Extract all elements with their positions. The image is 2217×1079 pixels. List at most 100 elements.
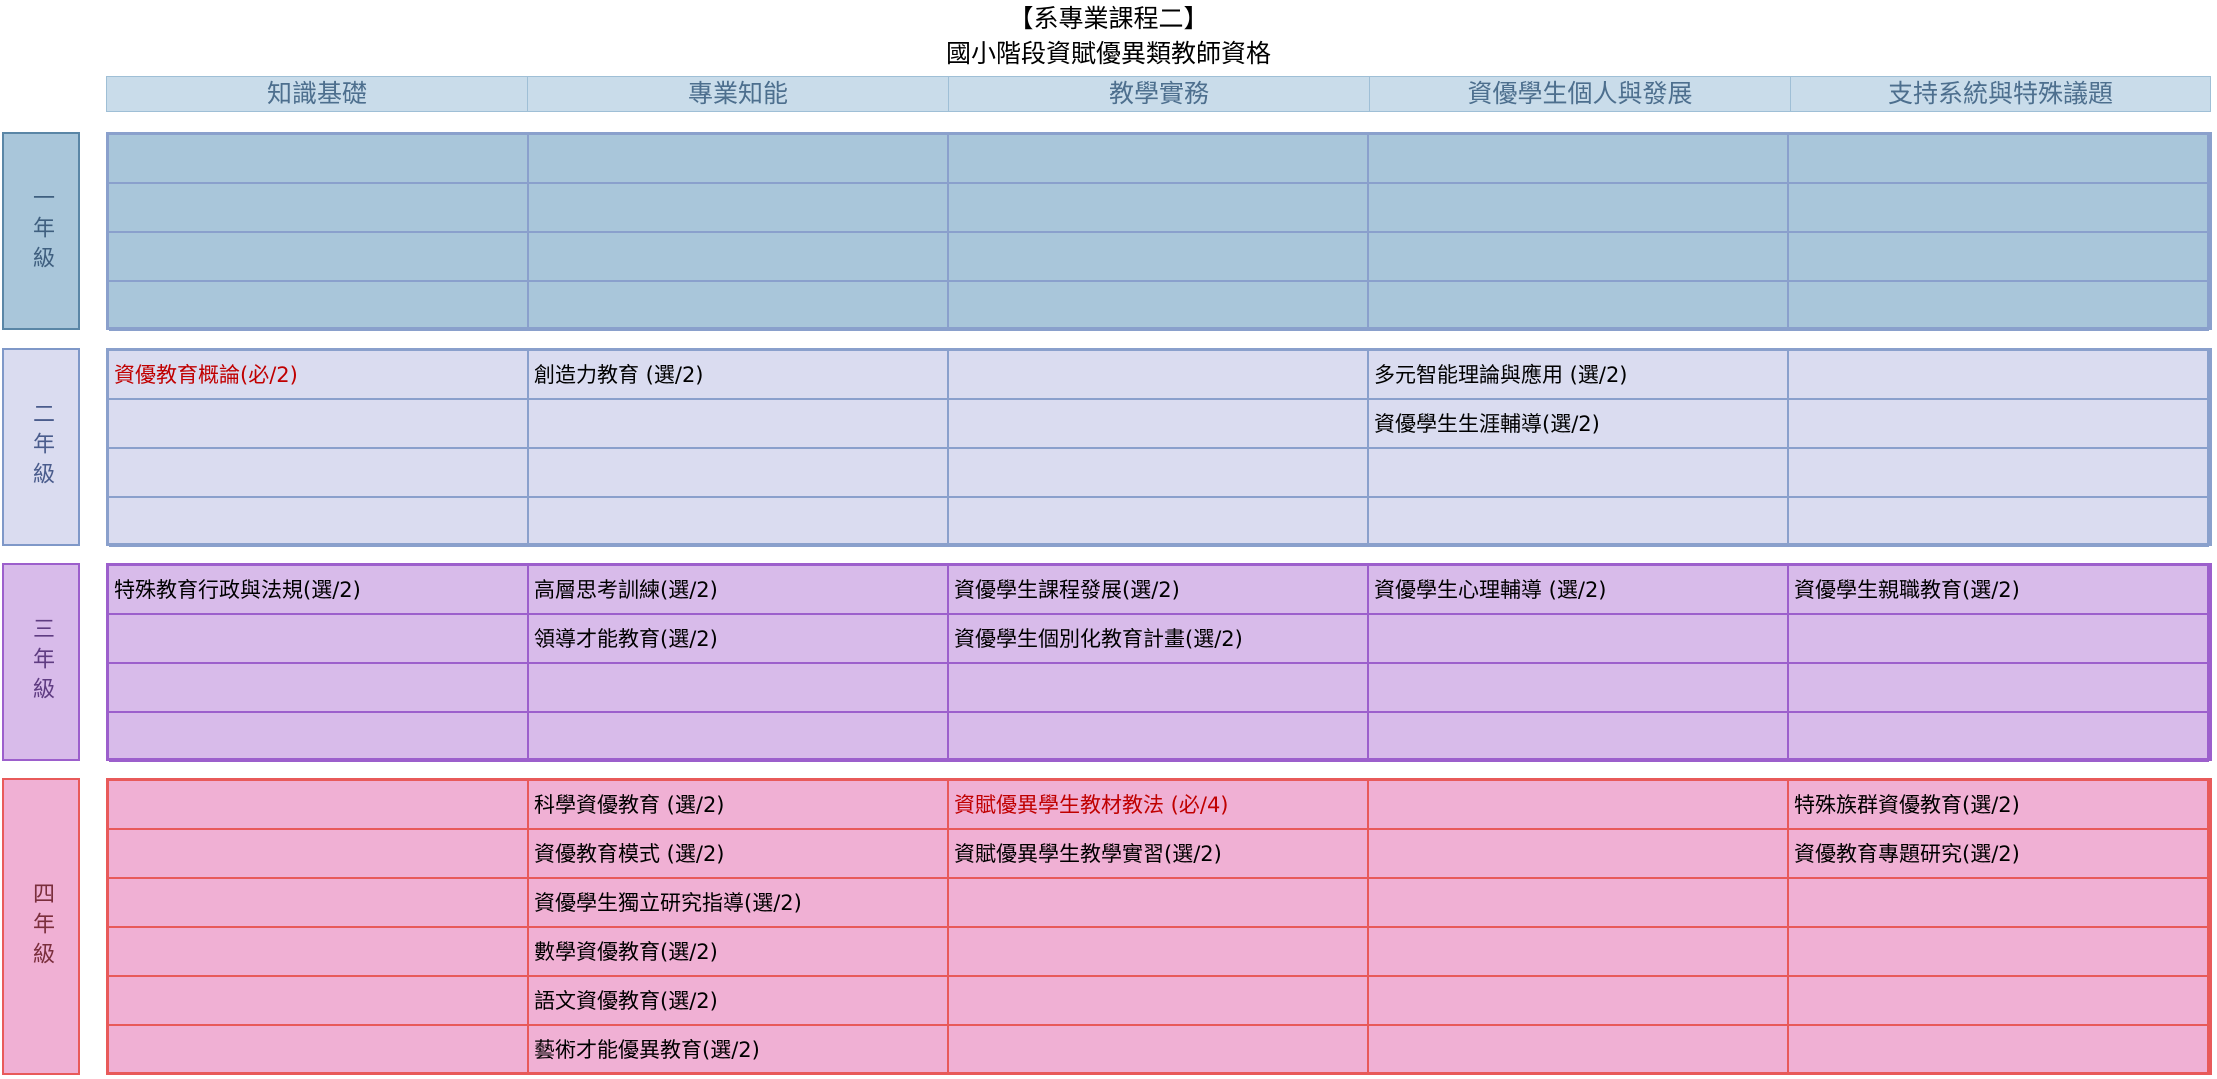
course-cell: 多元智能理論與應用 (選/2) [1369,351,1789,400]
course-cell [1789,1026,2209,1075]
course-cell: 特殊教育行政與法規(選/2) [109,566,529,615]
course-cell: 資優學生課程發展(選/2) [949,566,1369,615]
course-cell [529,400,949,449]
course-cell [1369,781,1789,830]
course-cell [529,713,949,762]
course-cell: 數學資優教育(選/2) [529,928,949,977]
course-cell [949,879,1369,928]
course-cell [949,449,1369,498]
course-cell [109,830,529,879]
course-cell [109,400,529,449]
course-cell [1369,1026,1789,1075]
course-cell [1369,615,1789,664]
year-label: 二年級 [2,348,80,546]
course-cell [949,135,1369,184]
course-cell [1789,400,2209,449]
course-cell [949,351,1369,400]
course-cell [1369,928,1789,977]
course-cell [109,449,529,498]
course-cell: 創造力教育 (選/2) [529,351,949,400]
course-cell: 資優教育概論(必/2) [109,351,529,400]
course-cell [1369,713,1789,762]
course-cell [1369,977,1789,1026]
year-grid: 資優教育概論(必/2) 創造力教育 (選/2) 多元智能理論與應用 (選/2) 資優學… [106,348,2212,547]
course-cell: 科學資優教育 (選/2) [529,781,949,830]
year-grid: 科學資優教育 (選/2) 資賦優異學生教材教法 (必/4) 特殊族群資優教育(選/2… [106,778,2212,1075]
course-cell [109,282,529,331]
course-cell [949,498,1369,547]
course-cell [529,184,949,233]
course-cell [949,977,1369,1026]
course-cell [1789,233,2209,282]
column-header-row: 知識基礎 專業知能 教學實務 資優學生個人與發展 支持系統與特殊議題 [106,76,2211,112]
column-header: 知識基礎 [107,77,528,111]
course-cell: 語文資優教育(選/2) [529,977,949,1026]
year-label: 四年級 [2,778,80,1075]
course-cell: 特殊族群資優教育(選/2) [1789,781,2209,830]
column-header: 教學實務 [949,77,1370,111]
year-label: 一年級 [2,132,80,330]
course-cell [1789,928,2209,977]
course-cell [1369,233,1789,282]
year-label: 三年級 [2,563,80,761]
course-cell [529,282,949,331]
course-cell [109,781,529,830]
course-cell [109,928,529,977]
course-cell [1369,879,1789,928]
course-cell: 資優學生獨立研究指導(選/2) [529,879,949,928]
course-cell [1789,449,2209,498]
course-cell [1369,830,1789,879]
course-cell [109,135,529,184]
course-cell [109,615,529,664]
course-cell: 資優教育模式 (選/2) [529,830,949,879]
column-header: 專業知能 [528,77,949,111]
course-cell [109,713,529,762]
course-cell [1789,879,2209,928]
course-cell [529,135,949,184]
course-cell: 高層思考訓練(選/2) [529,566,949,615]
course-cell [949,184,1369,233]
course-cell [1789,184,2209,233]
course-cell [109,498,529,547]
year-grid [106,132,2212,331]
course-cell [1369,449,1789,498]
course-cell [1789,664,2209,713]
course-cell [1789,282,2209,331]
course-cell [529,664,949,713]
year-grid: 特殊教育行政與法規(選/2) 高層思考訓練(選/2) 資優學生課程發展(選/2) 資優… [106,563,2212,762]
course-cell [1789,615,2209,664]
course-cell [1789,713,2209,762]
course-cell [109,184,529,233]
course-cell [949,1026,1369,1075]
course-cell [949,233,1369,282]
course-cell [109,664,529,713]
course-cell [949,713,1369,762]
course-cell: 資優學生心理輔導 (選/2) [1369,566,1789,615]
page-title: 【系專業課程二】 [1008,4,1209,33]
course-cell: 資優教育專題研究(選/2) [1789,830,2209,879]
course-cell: 藝術才能優異教育(選/2) [529,1026,949,1075]
course-cell [1789,135,2209,184]
course-cell [109,1026,529,1075]
course-cell [1789,498,2209,547]
course-cell [529,498,949,547]
course-cell [1369,664,1789,713]
course-cell [1369,184,1789,233]
course-cell [529,233,949,282]
course-cell: 資優學生個別化教育計畫(選/2) [949,615,1369,664]
course-cell: 資優學生生涯輔導(選/2) [1369,400,1789,449]
course-cell [949,664,1369,713]
course-cell [949,400,1369,449]
course-cell [1789,351,2209,400]
column-header: 資優學生個人與發展 [1370,77,1791,111]
course-cell: 資賦優異學生教材教法 (必/4) [949,781,1369,830]
course-cell [1369,282,1789,331]
column-header: 支持系統與特殊議題 [1887,79,2113,108]
course-cell [109,977,529,1026]
course-cell [1369,498,1789,547]
course-cell: 資賦優異學生教學實習(選/2) [949,830,1369,879]
course-cell [949,282,1369,331]
course-cell: 領導才能教育(選/2) [529,615,949,664]
course-cell: 資優學生親職教育(選/2) [1789,566,2209,615]
page-subtitle: 國小階段資賦優異類教師資格 [945,39,1271,68]
